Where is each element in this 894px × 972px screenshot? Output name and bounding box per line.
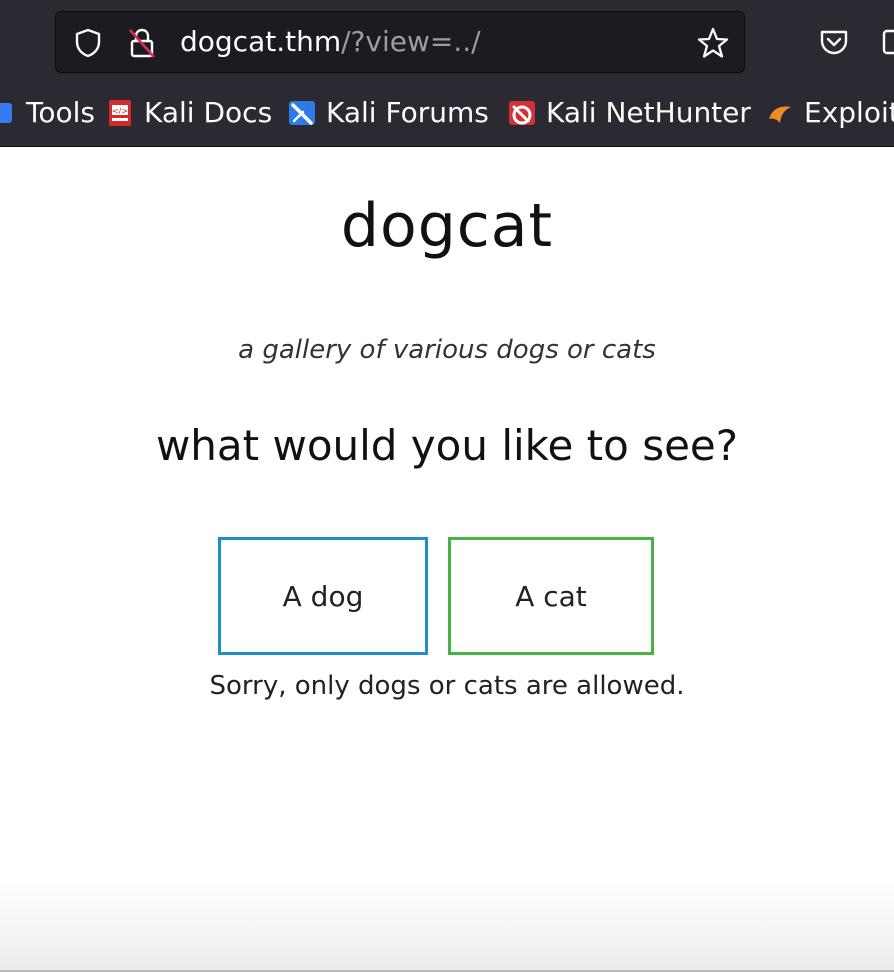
page-bottom-edge <box>0 880 894 972</box>
bookmark-kali-forums[interactable]: Kali Forums <box>288 94 489 132</box>
url-text[interactable]: dogcat.thm/?view=../ <box>180 25 481 59</box>
bookmark-kali-docs[interactable]: </> Kali Docs <box>106 94 272 132</box>
pocket-icon[interactable] <box>818 27 850 61</box>
error-notice: Sorry, only dogs or cats are allowed. <box>209 671 685 701</box>
bookmark-label: Kali NetHunter <box>546 96 751 129</box>
bookmark-exploit[interactable]: Exploit <box>766 94 894 132</box>
address-bar[interactable]: dogcat.thm/?view=../ <box>55 11 745 73</box>
dog-button[interactable]: A dog <box>218 537 428 655</box>
bookmark-label: Tools <box>26 96 95 129</box>
browser-toolbar: dogcat.thm/?view=../ Tools </> Kali Docs… <box>0 0 894 147</box>
kali-docs-icon: </> <box>106 99 134 127</box>
bookmarks-toolbar: Tools </> Kali Docs Kali Forums Kali Net… <box>0 84 894 142</box>
insecure-lock-icon[interactable] <box>126 26 158 64</box>
web-page: dogcat a gallery of various dogs or cats… <box>0 147 894 972</box>
url-host: dogcat.thm <box>180 25 342 58</box>
site-tagline: a gallery of various dogs or cats <box>238 335 656 365</box>
extensions-icon[interactable] <box>882 27 894 57</box>
url-path: /?view=../ <box>341 25 481 58</box>
bookmark-kali-nethunter[interactable]: Kali NetHunter <box>508 94 751 132</box>
kali-nethunter-icon <box>508 99 536 127</box>
page-question: what would you like to see? <box>155 421 739 470</box>
site-title: dogcat <box>340 191 554 261</box>
kali-forums-icon <box>288 99 316 127</box>
bookmark-label: Kali Docs <box>144 96 273 129</box>
bookmark-label: Exploit <box>804 96 894 129</box>
kali-tools-icon <box>0 99 16 127</box>
tracking-protection-shield-icon[interactable] <box>72 27 104 63</box>
bookmark-label: Kali Forums <box>326 96 489 129</box>
bookmark-star-icon[interactable] <box>696 26 730 64</box>
cat-button[interactable]: A cat <box>448 537 654 655</box>
svg-text:</>: </> <box>112 107 128 116</box>
bookmark-tools[interactable]: Tools <box>0 94 95 132</box>
exploit-db-icon <box>766 99 794 127</box>
